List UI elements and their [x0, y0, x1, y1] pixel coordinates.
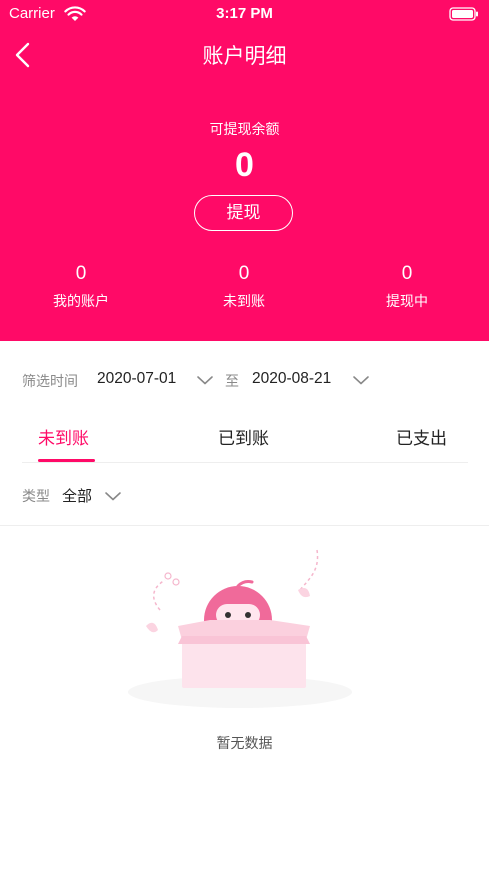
stat-label: 未到账: [223, 294, 265, 310]
balance-label: 可提现余额: [209, 122, 280, 138]
end-date-picker[interactable]: 2020-08-21: [252, 370, 331, 388]
empty-state-text: 暂无数据: [216, 736, 273, 752]
battery-icon: [449, 6, 479, 25]
type-filter-row: 类型 全部: [0, 484, 489, 506]
stat-value: 0: [75, 263, 87, 284]
filter-label: 筛选时间: [22, 374, 78, 390]
stat-withdrawing: 0 提现中: [347, 263, 467, 311]
to-label: 至: [225, 374, 239, 390]
chevron-down-icon[interactable]: [104, 490, 122, 502]
stat-label: 提现中: [386, 294, 428, 310]
stat-label: 我的账户: [53, 294, 109, 310]
page-title: 账户明细: [202, 44, 287, 68]
stat-value: 0: [401, 263, 413, 284]
header-banner: Carrier 3:17 PM 账户明细 可提现余额 0 提现 0 我的账户 0…: [0, 0, 489, 341]
balance-value: 0: [235, 146, 254, 184]
type-dropdown[interactable]: 全部: [62, 485, 92, 506]
empty-box-illustration: [120, 540, 370, 724]
type-label: 类型: [22, 489, 50, 505]
stat-pending: 0 未到账: [184, 263, 304, 311]
tab-spent[interactable]: 已支出: [396, 424, 447, 449]
chevron-down-icon[interactable]: [352, 374, 370, 386]
tab-received[interactable]: 已到账: [218, 424, 269, 449]
divider: [22, 462, 468, 463]
tab-pending[interactable]: 未到账: [38, 424, 89, 449]
withdraw-button[interactable]: 提现: [194, 195, 293, 231]
start-date-picker[interactable]: 2020-07-01: [97, 370, 176, 388]
stat-value: 0: [238, 263, 250, 284]
status-time: 3:17 PM: [216, 5, 273, 22]
stat-my-account: 0 我的账户: [21, 263, 141, 311]
divider: [0, 525, 489, 526]
chevron-down-icon[interactable]: [196, 374, 214, 386]
status-bar: Carrier 3:17 PM: [0, 0, 489, 28]
tab-bar: 未到账 已到账 已支出: [0, 418, 489, 464]
date-filter-row: 筛选时间 2020-07-01 至 2020-08-21: [0, 368, 489, 392]
